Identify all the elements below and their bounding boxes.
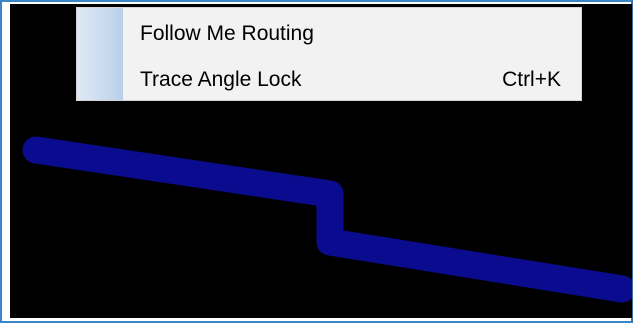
- menu-item-shortcut: Ctrl+K: [502, 68, 561, 91]
- pcb-trace[interactable]: [22, 136, 632, 303]
- menu-item-label: Follow Me Routing: [140, 22, 314, 45]
- window-frame: Follow Me Routing Trace Angle Lock Ctrl+…: [0, 0, 633, 323]
- menu-item-follow-me-routing[interactable]: Follow Me Routing: [77, 12, 581, 56]
- context-menu: Follow Me Routing Trace Angle Lock Ctrl+…: [76, 7, 582, 101]
- menu-item-label: Trace Angle Lock: [140, 68, 302, 91]
- menu-item-trace-angle-lock[interactable]: Trace Angle Lock Ctrl+K: [77, 58, 581, 102]
